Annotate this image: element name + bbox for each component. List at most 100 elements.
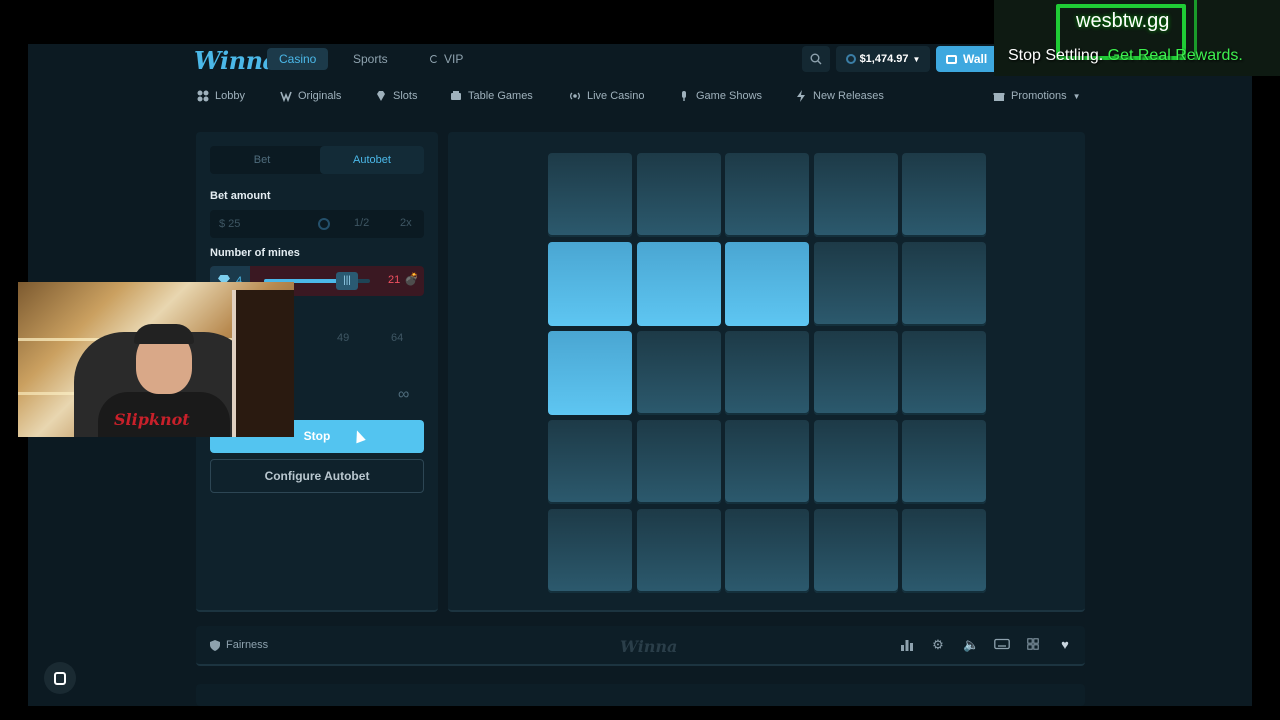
balance-dropdown[interactable]: $1,474.97 ▼ [836, 46, 930, 72]
subnav-live-casino[interactable]: Live Casino [569, 88, 644, 104]
mine-tile[interactable] [548, 420, 632, 504]
doorway [232, 290, 294, 437]
subnav-new-releases[interactable]: New Releases [795, 88, 884, 104]
mines-label: Number of mines [210, 247, 300, 259]
subnav-table-games-label: Table Games [468, 90, 533, 102]
fairness-button[interactable]: Fairness [210, 639, 268, 651]
heart-icon[interactable]: ♥ [1058, 638, 1072, 652]
bet-amount-label: Bet amount [210, 190, 271, 202]
bolt-icon [797, 90, 805, 102]
mine-tile-selected[interactable] [548, 242, 632, 326]
overlay-tagline: Stop Settling. Get Real Rewards. [1008, 47, 1243, 65]
subnav-slots-label: Slots [393, 90, 418, 102]
slider-thumb[interactable]: ||| [336, 272, 358, 290]
mine-tile[interactable] [902, 331, 986, 415]
subnav-lobby[interactable]: Lobby [197, 88, 245, 104]
mine-tile[interactable] [725, 509, 809, 593]
search-button[interactable] [802, 46, 830, 72]
preset-64[interactable]: 64 [391, 332, 403, 344]
mine-tile[interactable] [725, 331, 809, 415]
mines-grid [548, 153, 986, 593]
configure-autobet-button[interactable]: Configure Autobet [210, 459, 424, 493]
mine-tile[interactable] [813, 509, 898, 593]
mine-tile[interactable] [636, 420, 721, 504]
mine-tile[interactable] [902, 509, 986, 593]
chat-button[interactable] [44, 662, 76, 694]
bet-amount-input[interactable]: $ 25 1/2 2x [210, 210, 424, 238]
shirt-print: Slipknot [114, 410, 190, 429]
subnav-slots[interactable]: Slots [375, 88, 417, 104]
table-icon [451, 91, 461, 100]
subnav-originals[interactable]: Originals [280, 88, 341, 104]
layout-icon[interactable] [1026, 638, 1040, 652]
subnav-game-shows-label: Game Shows [696, 90, 763, 102]
webcam-feed: Slipknot [18, 282, 294, 437]
double-bet-button[interactable]: 2x [400, 217, 412, 229]
mine-tile[interactable] [813, 153, 898, 237]
keyboard-icon[interactable] [994, 638, 1010, 652]
tab-casino[interactable]: Casino [267, 48, 329, 70]
stream-overlay: wesbtw.gg Stop Settling. Get Real Reward… [994, 0, 1280, 76]
shield-icon [210, 639, 220, 651]
fairness-label: Fairness [226, 639, 269, 651]
cap [134, 324, 194, 344]
tab-vip[interactable]: VIP [418, 48, 475, 70]
diamond-icon [377, 91, 385, 101]
overlay-site: wesbtw.gg [1076, 10, 1170, 32]
loading-icon [430, 55, 438, 63]
tagline-part1: Stop Settling. [1008, 47, 1104, 64]
bottom-panel [196, 684, 1085, 706]
mine-tile[interactable] [548, 153, 632, 237]
tab-sports[interactable]: Sports [341, 48, 400, 70]
subnav-lobby-label: Lobby [215, 90, 245, 102]
mine-tile[interactable] [725, 420, 809, 504]
infinity-icon[interactable]: ∞ [398, 386, 409, 404]
subnav-originals-label: Originals [298, 90, 342, 102]
settings-icon[interactable]: ⚙ [931, 638, 945, 652]
bet-amount-value: $ 25 [219, 218, 241, 230]
subnav-promotions-label: Promotions [1011, 90, 1067, 102]
wallet-icon [946, 54, 957, 64]
mine-tile-selected[interactable] [725, 242, 809, 326]
gift-icon [993, 93, 1005, 101]
mine-tile[interactable] [636, 509, 721, 593]
w-icon [280, 91, 292, 102]
bomb-icon: 💣 [404, 272, 419, 286]
mine-tile[interactable] [902, 153, 986, 237]
search-icon [810, 53, 822, 65]
stats-icon[interactable] [900, 638, 914, 652]
tab-autobet[interactable]: Autobet [320, 146, 424, 174]
subnav-table-games[interactable]: Table Games [450, 88, 533, 104]
tagline-part2: Get Real Rewards. [1107, 47, 1243, 64]
mine-tile[interactable] [902, 242, 986, 326]
subnav-promotions[interactable]: Promotions ▼ [993, 88, 1081, 104]
wallet-label: Wall [963, 52, 988, 66]
mine-tile[interactable] [813, 242, 898, 326]
subnav-game-shows[interactable]: Game Shows [678, 88, 762, 104]
mine-tile[interactable] [636, 331, 721, 415]
mine-tile[interactable] [636, 153, 721, 237]
chevron-down-icon: ▼ [912, 54, 921, 64]
chevron-down-icon: ▼ [1072, 91, 1081, 101]
grid-icon [197, 90, 209, 102]
mic-icon [682, 91, 686, 101]
preset-49[interactable]: 49 [337, 332, 349, 344]
mine-tile[interactable] [902, 420, 986, 504]
balance-value: $1,474.97 [859, 53, 909, 65]
tab-bet[interactable]: Bet [210, 146, 314, 174]
mine-tile-selected[interactable] [636, 242, 721, 326]
mine-tile[interactable] [813, 420, 898, 504]
half-bet-button[interactable]: 1/2 [354, 217, 369, 229]
winna-logo[interactable]: Winna [194, 46, 278, 75]
mine-tile[interactable] [548, 509, 632, 593]
mine-count: 21 [388, 274, 401, 286]
subnav-live-casino-label: Live Casino [587, 90, 645, 102]
subnav-new-releases-label: New Releases [813, 90, 884, 102]
chat-icon [54, 671, 66, 685]
mine-tile-selected[interactable] [548, 331, 632, 415]
footer-logo: Winna [620, 637, 678, 656]
volume-icon[interactable]: 🔈 [963, 638, 979, 652]
mine-tile[interactable] [813, 331, 898, 415]
coin-icon [318, 218, 330, 230]
mine-tile[interactable] [725, 153, 809, 237]
